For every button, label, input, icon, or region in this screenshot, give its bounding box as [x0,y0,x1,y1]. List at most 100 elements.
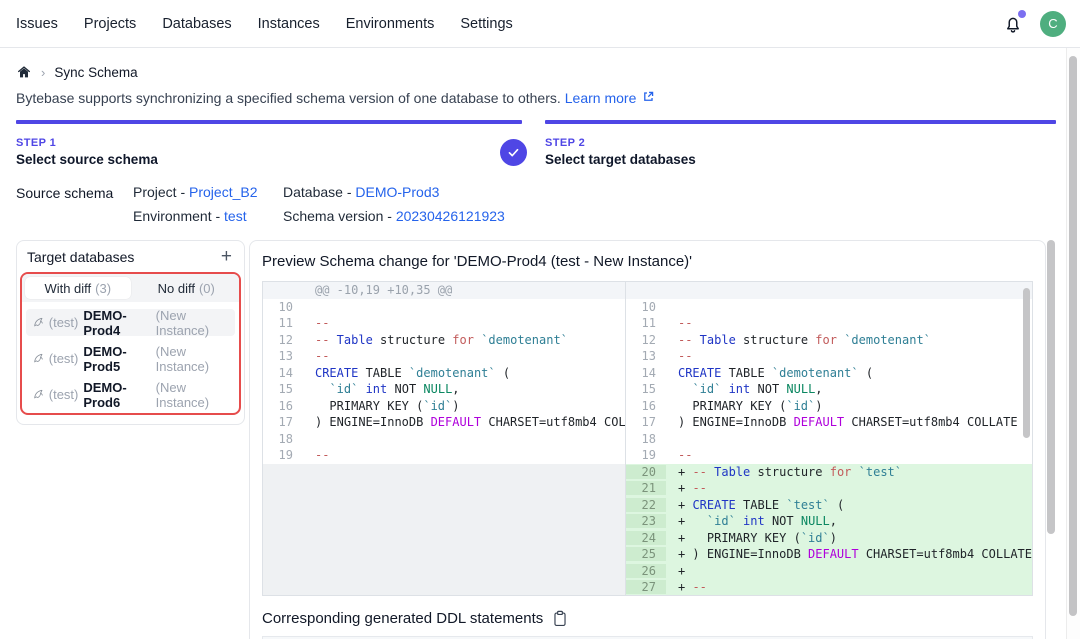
diff-pane-modified[interactable]: 1011--12-- Table structure for `demotena… [626,282,1032,595]
code-token: DEFAULT [794,415,845,429]
code-token: + [678,564,685,578]
code-token: + [678,498,692,512]
content-scrollbar[interactable] [1047,240,1055,534]
code-token: ) [452,399,459,413]
code-line: + PRIMARY KEY (`id`) [666,531,1032,545]
code-token: NULL [801,514,830,528]
database-suffix: (New Instance) [156,308,229,338]
line-number: 17 [263,415,303,429]
diff-line: 17) ENGINE=InnoDB DEFAULT CHARSET=utf8mb… [263,414,625,431]
code-line: `id` int NOT NULL, [666,382,1032,396]
code-line: -- [303,316,625,330]
tab-label: No diff [158,281,195,296]
source-field: Project - Project_B2 [133,184,283,200]
diff-line: 10 [626,299,1032,316]
add-target-database-button[interactable]: + [221,249,232,265]
code-token: , [815,382,822,396]
line-number: 10 [626,300,666,314]
page-scrollbar[interactable] [1069,56,1077,616]
code-token: PRIMARY KEY ( [315,399,423,413]
code-token [678,382,692,396]
code-token: -- [692,580,706,594]
code-token: PRIMARY KEY ( [678,399,786,413]
code-token: NOT [765,514,801,528]
target-databases-panel: Target databases + With diff(3)No diff(0… [16,240,245,425]
diff-line: 23+ `id` int NOT NULL, [626,513,1032,530]
tab-no-diff[interactable]: No diff(0) [134,274,240,302]
code-token: CHARSET=utf8mb4 COLLATE [481,415,625,429]
diff-pane-original[interactable]: @@ -10,19 +10,35 @@1011--12-- Table stru… [263,282,626,595]
code-token: structure [373,333,452,347]
database-name: DEMO-Prod5 [83,344,150,374]
code-line: `id` int NOT NULL, [303,382,625,396]
field-label: Environment - [133,208,224,224]
code-line: -- [666,448,1032,462]
code-token: `id` [692,382,721,396]
step-1-progress-bar [16,120,522,124]
database-item[interactable]: (test)DEMO-Prod4(New Instance) [26,309,235,336]
database-list: (test)DEMO-Prod4(New Instance)(test)DEMO… [22,302,239,413]
tab-with-diff[interactable]: With diff(3) [25,277,131,299]
nav-item-databases[interactable]: Databases [162,16,231,32]
database-environment: (test) [49,351,79,366]
code-line: + -- [666,580,1032,594]
diff-line: 17) ENGINE=InnoDB DEFAULT CHARSET=utf8mb… [626,414,1032,431]
code-line: CREATE TABLE `demotenant` ( [666,366,1032,380]
field-value-link[interactable]: Project_B2 [189,184,257,200]
code-token: CREATE [678,366,721,380]
main-nav: Issues Projects Databases Instances Environm… [16,16,513,32]
nav-item-instances[interactable]: Instances [258,16,320,32]
diff-line: 16 PRIMARY KEY (`id`) [626,398,1032,415]
top-navigation-bar: Issues Projects Databases Instances Environm… [0,0,1080,48]
tab-count: (3) [95,281,111,296]
source-field: Schema version - 20230426121923 [283,208,505,224]
line-number: 24 [626,531,666,545]
external-link-icon[interactable] [642,90,655,106]
code-token: ( [830,498,844,512]
code-token: `test` [786,498,829,512]
step-1[interactable]: STEP 1 Select source schema [16,120,522,167]
code-token: int [729,382,751,396]
copy-ddl-button[interactable] [552,610,568,627]
database-item[interactable]: (test)DEMO-Prod5(New Instance) [26,345,235,372]
field-value-link[interactable]: DEMO-Prod3 [355,184,439,200]
database-item[interactable]: (test)DEMO-Prod6(New Instance) [26,381,235,408]
code-token: ) ENGINE=InnoDB [315,415,431,429]
diff-scrollbar[interactable] [1023,288,1030,438]
field-value-link[interactable]: test [224,208,247,224]
home-icon[interactable] [16,64,32,80]
nav-item-settings[interactable]: Settings [460,16,512,32]
line-number: 12 [626,333,666,347]
notifications-button[interactable] [1002,13,1024,35]
nav-item-projects[interactable]: Projects [84,16,136,32]
field-value-link[interactable]: 20230426121923 [396,208,505,224]
line-number: 14 [626,366,666,380]
line-number: 11 [263,316,303,330]
code-token: DEFAULT [808,547,859,561]
diff-line: 14CREATE TABLE `demotenant` ( [626,365,1032,382]
line-number: 17 [626,415,666,429]
step-2[interactable]: STEP 2 Select target databases [545,120,1056,167]
line-number: 14 [263,366,303,380]
line-number: 11 [626,316,666,330]
nav-item-issues[interactable]: Issues [16,16,58,32]
code-token: `id` [423,399,452,413]
diff-hunk-line: @@ -10,19 +10,35 @@ [263,282,625,299]
diff-line: 16 PRIMARY KEY (`id`) [263,398,625,415]
diff-collapsed-region [263,464,625,596]
code-token: + [678,481,692,495]
code-line: + CREATE TABLE `test` ( [666,498,1032,512]
diff-line: 20+ -- Table structure for `test` [626,464,1032,481]
code-token: `id` [329,382,358,396]
database-name: DEMO-Prod6 [83,380,150,410]
code-token: `id` [801,531,830,545]
learn-more-link[interactable]: Learn more [565,90,637,106]
line-number: 16 [263,399,303,413]
avatar[interactable]: C [1040,11,1066,37]
diff-line: 14CREATE TABLE `demotenant` ( [263,365,625,382]
code-token: `id` [786,399,815,413]
diff-tabbar: With diff(3)No diff(0) [22,274,239,302]
target-databases-highlight-box: With diff(3)No diff(0) (test)DEMO-Prod4(… [20,272,241,415]
diff-line: 18 [263,431,625,448]
nav-item-environments[interactable]: Environments [346,16,435,32]
